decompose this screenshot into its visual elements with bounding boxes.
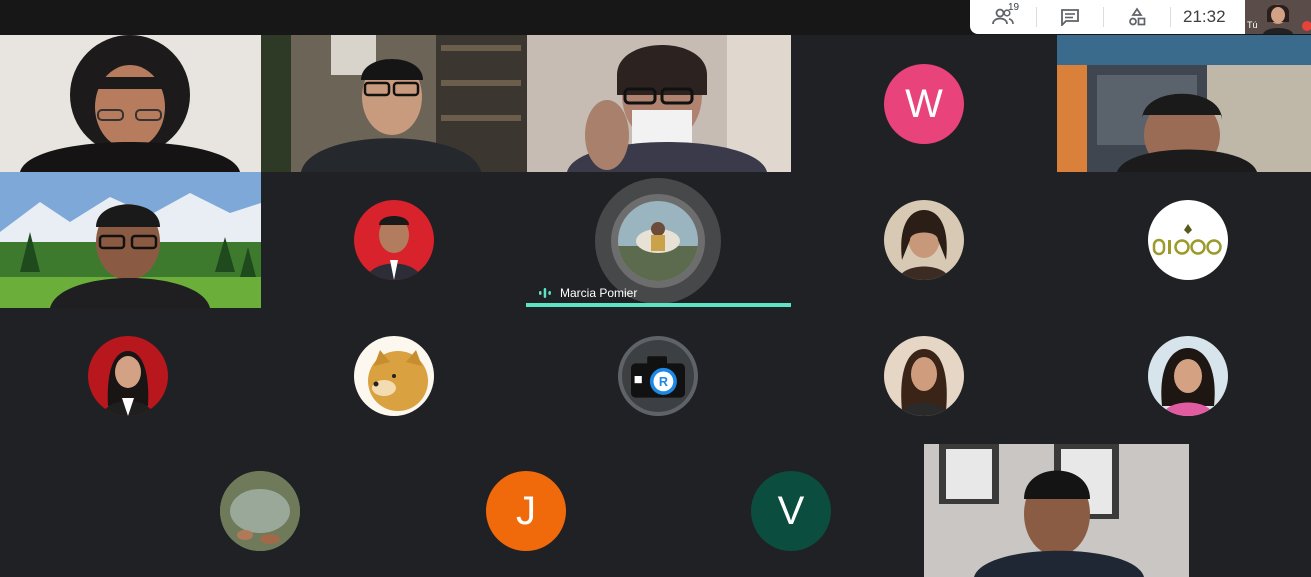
self-view-tile[interactable]: Tú [1245, 0, 1311, 34]
participant-tile[interactable] [0, 308, 261, 444]
participant-avatar: R [622, 340, 694, 412]
participant-avatar [618, 201, 698, 281]
svg-text:R: R [659, 375, 668, 389]
chat-button[interactable] [1037, 0, 1103, 34]
speaking-indicator-line [526, 303, 791, 307]
participant-video [527, 35, 791, 172]
activities-button[interactable] [1104, 0, 1170, 34]
avatar-photo [368, 350, 428, 411]
self-label: Tú [1247, 20, 1258, 30]
participant-tile[interactable]: J [392, 444, 658, 577]
avatar-letter: V [777, 488, 805, 533]
avatar-photo [618, 201, 698, 281]
audio-level-icon [539, 288, 551, 298]
shapes-icon [1129, 7, 1146, 26]
participant-avatar [88, 336, 168, 416]
participant-tile[interactable] [791, 308, 1057, 444]
participant-tile[interactable] [791, 172, 1057, 308]
participant-video-tile[interactable] [924, 444, 1189, 577]
speaker-name: Marcia Pomier [560, 286, 638, 300]
participant-avatar [1148, 336, 1228, 416]
participant-tile[interactable]: V [658, 444, 924, 577]
participant-video [1057, 35, 1311, 172]
participant-tile[interactable]: R [527, 308, 791, 444]
participant-avatar [884, 200, 964, 280]
participant-video [0, 35, 261, 172]
participant-video-tile[interactable] [0, 172, 261, 308]
participant-avatar: J [486, 471, 566, 551]
participant-video [0, 172, 261, 308]
avatar-photo [898, 210, 950, 280]
avatar-letter: W [905, 81, 943, 126]
participant-avatar: V [751, 471, 831, 551]
participant-video-tile[interactable] [0, 35, 261, 172]
clock: 21:32 [1183, 7, 1226, 26]
participant-avatar: W [884, 64, 964, 144]
participant-video-tile[interactable] [261, 35, 527, 172]
participant-video-tile[interactable] [1057, 35, 1311, 172]
participants-button[interactable]: 19 [970, 0, 1036, 34]
participant-tile[interactable] [261, 172, 527, 308]
avatar-letter: J [516, 488, 536, 533]
participant-avatar [884, 336, 964, 416]
participant-count: 19 [1008, 2, 1020, 13]
participant-avatar [220, 471, 300, 551]
participant-tile[interactable]: W [791, 35, 1057, 172]
participant-tile[interactable] [1057, 172, 1311, 308]
participant-video [924, 444, 1189, 577]
avatar-photo [220, 471, 300, 551]
chat-icon [1061, 9, 1079, 26]
participant-tile[interactable] [1057, 308, 1311, 444]
brand-logo [1152, 224, 1222, 256]
camera-logo: R [631, 356, 685, 398]
meeting-controls: 19 21:32 [970, 0, 1245, 34]
participant-video [261, 35, 527, 172]
participant-avatar [354, 200, 434, 280]
avatar-photo [900, 349, 948, 416]
participant-tile[interactable] [128, 444, 392, 577]
avatar-photo [366, 216, 422, 280]
avatar-photo [102, 351, 154, 416]
participant-avatar [354, 336, 434, 416]
participant-avatar [1148, 200, 1228, 280]
avatar-photo [1161, 348, 1215, 416]
participant-video-tile[interactable] [527, 35, 791, 172]
participant-tile[interactable] [261, 308, 527, 444]
